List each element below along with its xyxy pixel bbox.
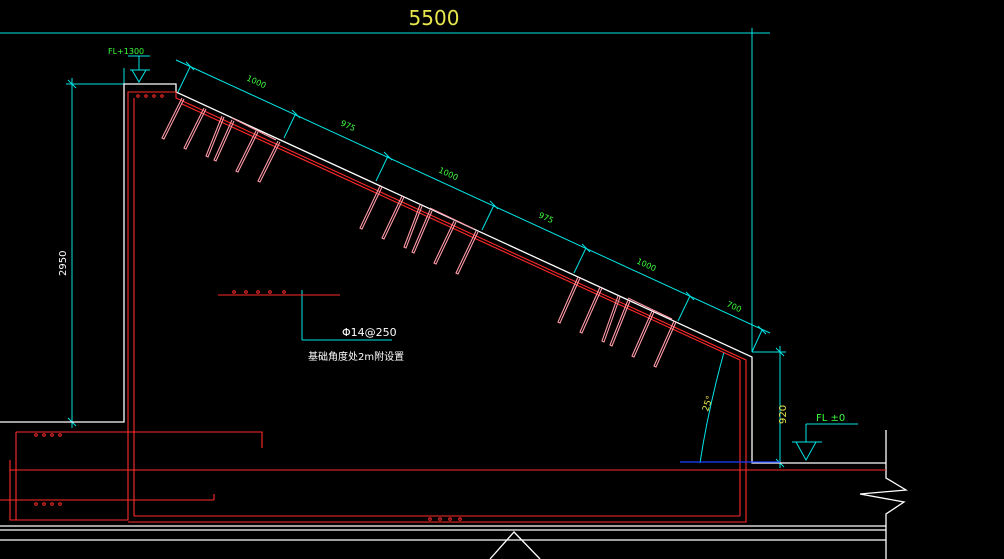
cad-drawing-canvas: 5500 FL+1300 2950 1000 975 1000 975 1000… [0, 0, 1004, 559]
slope-segment-2: 975 [339, 119, 357, 134]
slope-segment-1: 1000 [245, 74, 267, 91]
slope-segment-6: 700 [725, 300, 743, 315]
slope-angle-label: 25° [701, 395, 715, 413]
rebar-lines [0, 91, 886, 523]
anchor-group-2 [359, 185, 479, 275]
slope-segment-5: 1000 [635, 257, 657, 274]
right-height-dimension: 920 [778, 405, 789, 424]
structure-outline [0, 83, 909, 559]
wall-height-dimension: 2950 [58, 251, 69, 276]
rebar-dots [34, 94, 462, 521]
rebar-note-label: 基础角度处2m附设置 [308, 350, 404, 363]
level-label-top: FL+1300 [108, 47, 144, 56]
rebar-spec-label: Φ14@250 [342, 326, 397, 339]
level-label-bottom: FL ±0 [816, 413, 845, 424]
slope-segment-3: 1000 [437, 166, 459, 183]
slope-segment-4: 975 [537, 211, 555, 226]
overall-width-dimension: 5500 [409, 6, 460, 30]
dimension-lines [0, 28, 858, 468]
anchor-group-1 [161, 97, 281, 183]
